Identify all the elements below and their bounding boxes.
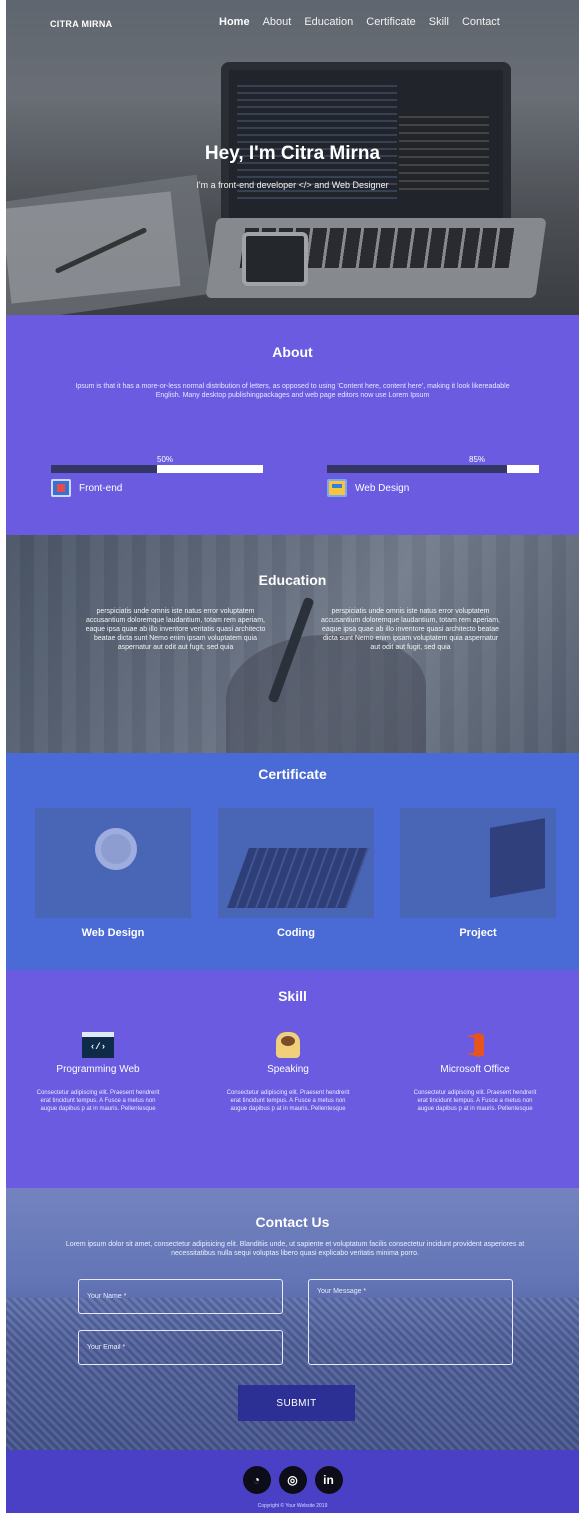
- hero-title: Hey, I'm Citra Mirna: [204, 143, 381, 164]
- footer: ◔ ◎ in Copyright © Your Website 2019: [6, 1450, 579, 1513]
- certificate-card-coding[interactable]: Coding: [218, 808, 374, 939]
- hero-section: CITRA MIRNA Home About Education Certifi…: [6, 0, 579, 315]
- skill-description: Consectetur adipiscing elit. Praesent he…: [226, 1090, 350, 1112]
- certificate-image: [400, 808, 556, 918]
- submit-button[interactable]: SUBMIT: [238, 1385, 355, 1421]
- contact-text: Lorem ipsum dolor sit amet, consectetur …: [65, 1241, 525, 1257]
- skill-label: Web Design: [327, 479, 409, 497]
- email-field[interactable]: [78, 1330, 283, 1365]
- progress-fill: [51, 465, 157, 473]
- skill-label-text: Front-end: [79, 482, 123, 494]
- instagram-icon[interactable]: ◎: [278, 1466, 307, 1494]
- skill-label: Front-end: [51, 479, 122, 497]
- copyright: Copyright © Your Website 2019: [257, 1503, 328, 1509]
- skill-name: Speaking: [267, 1064, 309, 1075]
- linkedin-icon[interactable]: in: [314, 1466, 343, 1494]
- skill-item-programming-web: ‹/› Programming Web Consectetur adipisci…: [28, 1030, 168, 1113]
- skill-section: Skill ‹/› Programming Web Consectetur ad…: [6, 970, 579, 1188]
- education-column-left: perspiciatis unde omnis iste natus error…: [85, 608, 266, 651]
- nav-item-about[interactable]: About: [263, 16, 292, 28]
- nav-item-contact[interactable]: Contact: [462, 16, 500, 28]
- nav-item-home[interactable]: Home: [219, 16, 250, 28]
- education-column-right: perspiciatis unde omnis iste natus error…: [321, 608, 500, 651]
- certificate-card-project[interactable]: Project: [400, 808, 556, 939]
- nav-item-education[interactable]: Education: [304, 16, 353, 28]
- brand-logo[interactable]: CITRA MIRNA: [50, 19, 112, 29]
- certificate-image: [218, 808, 374, 918]
- message-field[interactable]: [308, 1279, 513, 1365]
- skill-title: Skill: [278, 988, 307, 1004]
- certificate-image: [35, 808, 191, 918]
- progress-track: [327, 465, 539, 473]
- skill-label-text: Web Design: [355, 482, 410, 494]
- about-title: About: [272, 344, 313, 360]
- nav-menu: Home About Education Certificate Skill C…: [219, 16, 513, 28]
- skillbar-percent: 85%: [469, 455, 486, 464]
- web-design-icon: [327, 479, 347, 497]
- certificate-card-web-design[interactable]: Web Design: [35, 808, 191, 939]
- code-window-icon: ‹/›: [82, 1032, 114, 1058]
- office-icon: [466, 1033, 484, 1057]
- education-section: Education perspiciatis unde omnis iste n…: [6, 535, 579, 753]
- certificate-caption: Project: [459, 927, 497, 939]
- certificate-caption: Coding: [277, 927, 315, 939]
- certificate-section: Certificate Web Design Coding Project: [6, 753, 579, 970]
- speaker-person-icon: [276, 1032, 300, 1058]
- nav-item-certificate[interactable]: Certificate: [366, 16, 416, 28]
- skill-name: Programming Web: [56, 1064, 140, 1075]
- certificate-title: Certificate: [258, 766, 327, 782]
- skill-item-microsoft-office: Microsoft Office Consectetur adipiscing …: [405, 1030, 545, 1113]
- navbar: CITRA MIRNA Home About Education Certifi…: [6, 0, 579, 44]
- hero-subtitle: I'm a front-end developer </> and Web De…: [196, 180, 389, 190]
- page: CITRA MIRNA Home About Education Certifi…: [6, 0, 579, 1513]
- front-end-icon: [51, 479, 71, 497]
- skill-item-speaking: Speaking Consectetur adipiscing elit. Pr…: [218, 1030, 358, 1113]
- nav-item-skill[interactable]: Skill: [429, 16, 449, 28]
- skillbar-percent: 50%: [157, 455, 174, 464]
- contact-title: Contact Us: [255, 1214, 330, 1230]
- education-title: Education: [258, 572, 327, 588]
- certificate-caption: Web Design: [81, 927, 145, 939]
- about-text: Ipsum is that it has a more-or-less norm…: [75, 383, 510, 399]
- skill-description: Consectetur adipiscing elit. Praesent he…: [413, 1090, 537, 1112]
- skill-name: Microsoft Office: [440, 1064, 510, 1075]
- social-links: ◔ ◎ in: [6, 1466, 579, 1494]
- about-section: About Ipsum is that it has a more-or-les…: [6, 315, 579, 535]
- name-field[interactable]: [78, 1279, 283, 1314]
- github-icon[interactable]: ◔: [242, 1466, 271, 1494]
- progress-track: [51, 465, 263, 473]
- skill-description: Consectetur adipiscing elit. Praesent he…: [36, 1090, 160, 1112]
- progress-fill: [327, 465, 508, 473]
- contact-section: Contact Us Lorem ipsum dolor sit amet, c…: [6, 1188, 579, 1450]
